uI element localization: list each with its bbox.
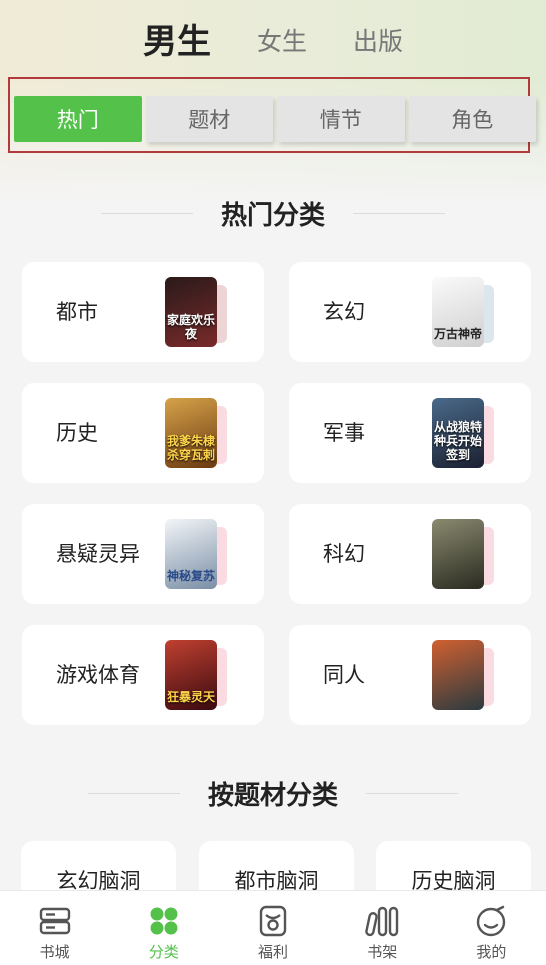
category-tabs: 热门 题材 情节 角色 <box>14 96 536 142</box>
bookstore-icon <box>39 907 70 935</box>
genre-card-urban[interactable]: 都市 家庭欢乐夜 <box>22 262 264 362</box>
cover-title: 万古神帝 <box>434 327 483 341</box>
tab-publishing[interactable]: 出版 <box>353 18 403 66</box>
gift-icon <box>259 905 287 937</box>
cover-title: 我爹朱棣杀穿瓦剌 <box>167 434 216 462</box>
nav-label: 福利 <box>258 943 289 961</box>
genre-card-history[interactable]: 历史 我爹朱棣杀穿瓦剌 <box>22 383 264 483</box>
genre-card-military[interactable]: 军事 从战狼特种兵开始签到 <box>289 383 531 483</box>
hot-section-header: 热门分类 <box>0 193 546 233</box>
tab-theme[interactable]: 题材 <box>145 96 273 142</box>
book-cover <box>432 519 496 589</box>
book-cover: 神秘复苏 <box>165 519 229 589</box>
nav-bookshelf[interactable]: 书架 <box>328 891 437 965</box>
nav-welfare[interactable]: 福利 <box>218 891 327 965</box>
nav-label: 我的 <box>476 943 507 961</box>
genre-label: 科幻 <box>323 542 365 566</box>
genre-label: 都市 <box>56 300 98 324</box>
cover-title: 从战狼特种兵开始签到 <box>434 420 483 462</box>
bookshelf-icon <box>365 906 399 937</box>
tab-female[interactable]: 女生 <box>257 18 307 66</box>
genre-card-fanfic[interactable]: 同人 <box>289 625 531 725</box>
cover-title: 神秘复苏 <box>167 569 216 583</box>
genre-label: 军事 <box>323 421 365 445</box>
book-cover: 狂暴灵天 <box>165 640 229 710</box>
bottom-nav: 书城 分类 福利 书架 我的 <box>0 890 546 965</box>
book-cover: 我爹朱棣杀穿瓦剌 <box>165 398 229 468</box>
nav-category[interactable]: 分类 <box>109 891 218 965</box>
book-cover <box>432 640 496 710</box>
nav-bookstore[interactable]: 书城 <box>0 891 109 965</box>
genre-card-scifi[interactable]: 科幻 <box>289 504 531 604</box>
tab-plot[interactable]: 情节 <box>277 96 405 142</box>
book-cover: 家庭欢乐夜 <box>165 277 229 347</box>
genre-card-mystery[interactable]: 悬疑灵异 神秘复苏 <box>22 504 264 604</box>
cover-title <box>456 704 460 710</box>
divider <box>100 212 193 214</box>
genre-label: 游戏体育 <box>56 663 140 687</box>
divider <box>353 212 445 214</box>
gender-tabs: 男生 女生 出版 <box>0 18 546 66</box>
nav-label: 书架 <box>367 943 398 961</box>
nav-label: 分类 <box>148 943 179 961</box>
cover-title <box>456 583 460 589</box>
genre-label: 同人 <box>323 663 365 687</box>
section-title: 热门分类 <box>220 200 325 231</box>
section-title: 按题材分类 <box>207 780 338 811</box>
theme-section-header: 按题材分类 <box>0 773 546 813</box>
divider <box>87 792 180 794</box>
nav-label: 书城 <box>39 943 70 961</box>
cover-title: 狂暴灵天 <box>167 690 216 704</box>
tab-role[interactable]: 角色 <box>408 96 536 142</box>
genre-label: 玄幻 <box>323 300 365 324</box>
cover-title: 家庭欢乐夜 <box>167 313 216 341</box>
book-cover: 从战狼特种兵开始签到 <box>432 398 496 468</box>
genre-card-games-sports[interactable]: 游戏体育 狂暴灵天 <box>22 625 264 725</box>
profile-icon <box>477 905 506 937</box>
genre-card-fantasy[interactable]: 玄幻 万古神帝 <box>289 262 531 362</box>
book-cover: 万古神帝 <box>432 277 496 347</box>
nav-profile[interactable]: 我的 <box>437 891 546 965</box>
tab-male[interactable]: 男生 <box>143 18 211 66</box>
category-icon <box>150 907 178 935</box>
divider <box>366 792 458 794</box>
genre-label: 历史 <box>56 421 98 445</box>
genre-label: 悬疑灵异 <box>56 542 140 566</box>
tab-hot[interactable]: 热门 <box>14 96 142 142</box>
